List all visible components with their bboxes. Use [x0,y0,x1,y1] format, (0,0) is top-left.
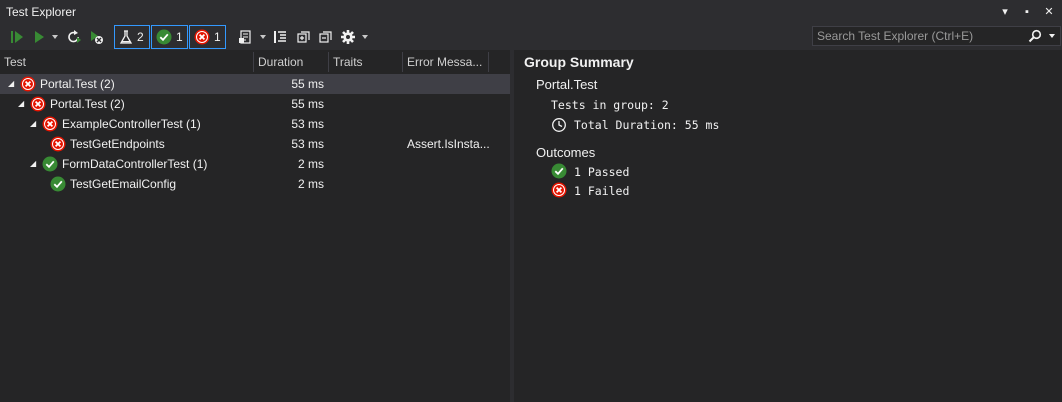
pin-icon[interactable]: ▪ [1020,5,1034,19]
column-header-traits[interactable]: Traits [329,52,403,72]
chevron-down-icon [362,35,368,39]
test-duration: 53 ms [291,117,324,131]
filter-passed-count: 1 [176,30,183,44]
status-icon [50,136,66,152]
run-all-icon [11,31,23,43]
window-title: Test Explorer [6,5,77,19]
search-icon[interactable] [1028,29,1042,43]
passed-icon [42,156,58,172]
failed-icon [30,96,46,112]
settings-dropdown[interactable] [360,24,370,50]
cancel-run-button[interactable] [86,24,106,50]
failed-icon [551,182,567,198]
run-dropdown[interactable] [50,24,60,50]
filter-failed-count: 1 [214,30,221,44]
collapse-all-icon [319,31,332,43]
outcomes-heading: Outcomes [536,145,596,160]
gear-icon [341,30,355,44]
test-tree: ◢ Portal.Test (2) 55 ms ◢ Portal.Test (2… [0,74,510,194]
group-summary-title: Group Summary [524,54,634,70]
expand-arrow-icon[interactable]: ◢ [8,80,16,88]
test-row[interactable]: ◢ Portal.Test (2) 55 ms [0,94,510,114]
expand-arrow-icon[interactable]: ◢ [18,100,26,108]
failed-icon [20,76,36,92]
settings-button[interactable] [338,24,358,50]
test-duration: 55 ms [291,77,324,91]
test-name: TestGetEndpoints [70,137,165,151]
test-duration: 2 ms [297,177,324,191]
expand-all-icon [297,31,310,43]
group-by-button[interactable] [270,24,290,50]
title-bar: Test Explorer ▾ ▪ ✕ [0,0,1062,24]
expand-arrow-icon [42,140,50,148]
repeat-run-icon [68,30,81,43]
status-icon [30,96,46,112]
clock-icon [552,118,566,132]
playlist-button[interactable] [236,24,256,50]
passed-icon [551,163,567,179]
search-controls [1028,29,1060,43]
window-controls: ▾ ▪ ✕ [998,5,1062,19]
test-row[interactable]: ◢ Portal.Test (2) 55 ms [0,74,510,94]
test-duration: 53 ms [291,137,324,151]
outcome-passed[interactable]: 1 Passed [574,165,629,179]
column-header-duration[interactable]: Duration [254,52,329,72]
test-row[interactable]: TestGetEmailConfig 2 ms [0,174,510,194]
filter-passed-button[interactable]: 1 [151,25,188,49]
status-icon [50,176,66,192]
test-error-message: Assert.IsInsta... [407,137,490,151]
status-icon [20,76,36,92]
failed-icon [42,116,58,132]
repeat-last-run-button[interactable] [64,24,84,50]
collapse-all-button[interactable] [316,24,336,50]
chevron-down-icon [52,35,58,39]
run-button[interactable] [30,24,48,50]
filter-failed-button[interactable]: 1 [189,25,226,49]
status-icon [42,156,58,172]
test-duration: 55 ms [291,97,324,111]
group-summary-pane: Group Summary Portal.Test Tests in group… [514,50,1062,402]
expand-arrow-icon[interactable]: ◢ [30,160,38,168]
failed-icon [50,136,66,152]
test-name: TestGetEmailConfig [70,177,177,191]
flask-icon [119,30,133,44]
outcome-failed[interactable]: 1 Failed [574,184,629,198]
test-name: Portal.Test (2) [40,77,115,91]
chevron-down-icon [260,35,266,39]
expand-all-button[interactable] [294,24,314,50]
group-by-icon [274,31,286,43]
group-name: Portal.Test [536,77,598,92]
test-list-pane: Test Duration Traits Error Messa... ◢ Po… [0,50,510,402]
window-dropdown-icon[interactable]: ▾ [998,5,1012,19]
search-input[interactable] [813,29,1023,43]
column-headers: Test Duration Traits Error Messa... [0,52,510,72]
run-cancel-icon [91,31,103,44]
filter-all-count: 2 [137,30,144,44]
test-row[interactable]: ◢ ExampleControllerTest (1) 53 ms [0,114,510,134]
search-box [812,26,1061,46]
run-all-button[interactable] [6,24,28,50]
test-duration: 2 ms [297,157,324,171]
expand-arrow-icon[interactable]: ◢ [30,120,38,128]
expand-arrow-icon [42,180,50,188]
column-header-test[interactable]: Test [0,52,254,72]
column-header-error-message[interactable]: Error Messa... [403,52,489,72]
total-duration: Total Duration: 55 ms [574,118,720,132]
run-icon [35,31,44,43]
test-name: Portal.Test (2) [50,97,125,111]
tests-in-group: Tests in group: 2 [551,98,669,112]
test-row[interactable]: ◢ FormDataControllerTest (1) 2 ms [0,154,510,174]
test-row[interactable]: TestGetEndpoints 53 ms Assert.IsInsta... [0,134,510,154]
status-icon [42,116,58,132]
playlist-dropdown[interactable] [258,24,268,50]
close-icon[interactable]: ✕ [1042,5,1056,19]
filter-all-button[interactable]: 2 [114,25,150,49]
search-dropdown-icon[interactable] [1048,32,1056,40]
playlist-icon [239,30,251,44]
test-name: FormDataControllerTest (1) [62,157,208,171]
test-name: ExampleControllerTest (1) [62,117,201,131]
passed-icon [50,176,66,192]
passed-icon [156,29,172,45]
failed-icon [194,29,210,45]
